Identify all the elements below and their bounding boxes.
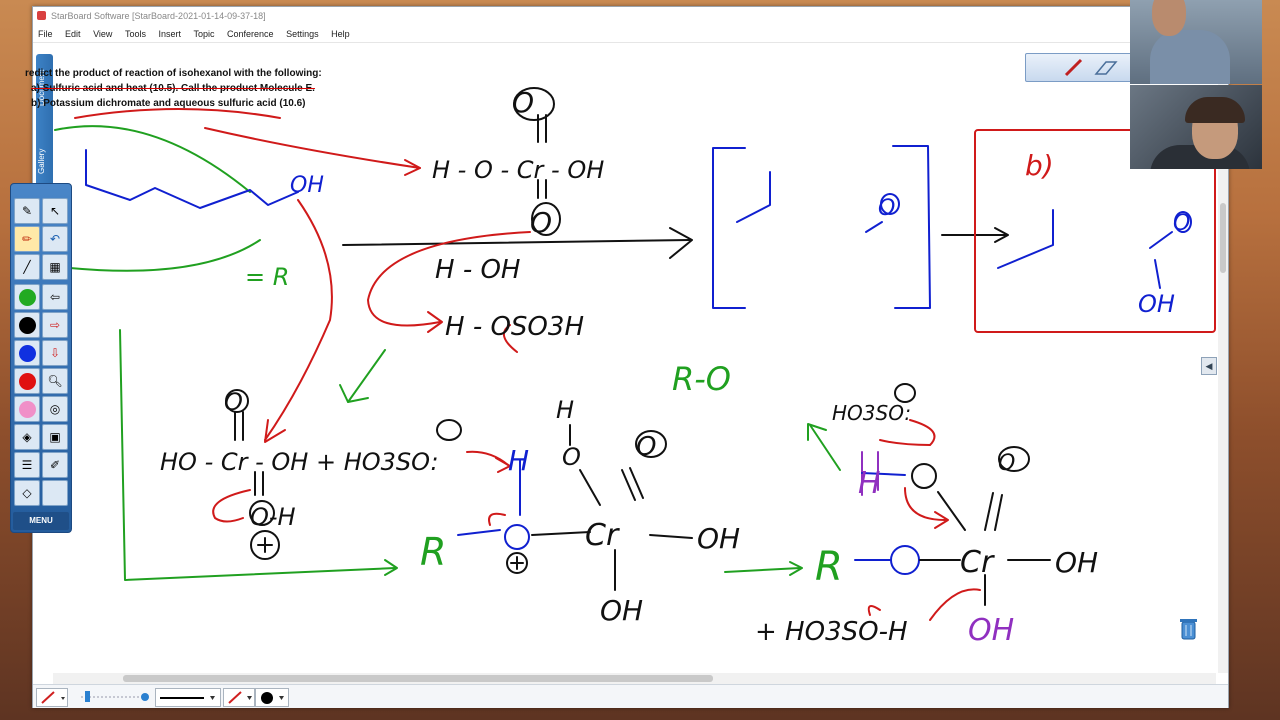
undo-button[interactable]: ↶: [42, 226, 68, 252]
menu-conference[interactable]: Conference: [222, 26, 279, 42]
trash-icon[interactable]: [1180, 617, 1197, 640]
window-title: StarBoard Software [StarBoard-2021-01-14…: [51, 11, 266, 21]
problem-line-3: b) Potassium dichromate and aqueous sulf…: [31, 98, 306, 109]
chevron-left-icon: ◀: [1205, 361, 1213, 371]
problem-statement: redict the product of reaction of isohex…: [25, 66, 322, 111]
problem-line-1: redict the product of reaction of isohex…: [25, 68, 322, 79]
pen-icon: [41, 691, 65, 704]
camera-icon: ▣: [49, 430, 61, 444]
horizontal-scrollbar[interactable]: [53, 673, 1216, 684]
menu-topic[interactable]: Topic: [189, 26, 220, 42]
zoom-button[interactable]: 🔍︎: [42, 368, 68, 394]
layers-icon: ☰: [21, 458, 33, 472]
pen-style-picker[interactable]: [36, 688, 68, 707]
select-button[interactable]: ↖: [42, 198, 68, 224]
menu-help[interactable]: Help: [326, 26, 355, 42]
webcam-feed-top: [1130, 0, 1262, 84]
capture-button[interactable]: ▣: [42, 424, 68, 450]
webcam-feed-bottom: [1130, 85, 1262, 169]
red-swatch: [18, 372, 36, 390]
layers-button[interactable]: ☰: [14, 452, 40, 478]
eraser-icon: ✎: [21, 204, 33, 218]
blank-tool-button[interactable]: [42, 480, 68, 506]
menu-edit[interactable]: Edit: [60, 26, 86, 42]
toolbar-menu-button[interactable]: MENU: [13, 512, 69, 530]
spotlight-icon: ◎: [49, 402, 61, 416]
horizontal-scroll-thumb[interactable]: [123, 675, 713, 682]
bucket-icon: ◈: [22, 430, 32, 444]
color-picker[interactable]: [255, 688, 289, 707]
menu-view[interactable]: View: [88, 26, 117, 42]
spotlight-button[interactable]: ◎: [42, 396, 68, 422]
pen-button[interactable]: ✏: [14, 226, 40, 252]
app-icon: [37, 11, 46, 20]
black-swatch: [18, 316, 36, 334]
download-button[interactable]: ⇩: [42, 340, 68, 366]
shapes-button[interactable]: ◇: [14, 480, 40, 506]
eraser-icon: [1094, 61, 1118, 75]
fill-button[interactable]: ◈: [14, 424, 40, 450]
line-icon: ╱: [23, 260, 31, 274]
grid-icon: ▦: [49, 260, 61, 274]
back-arrow-icon: ⇦: [49, 290, 61, 304]
menu-file[interactable]: File: [33, 26, 58, 42]
pen-type-picker[interactable]: [223, 688, 255, 707]
undo-icon: ↶: [49, 232, 61, 246]
next-page-button[interactable]: ⇨: [42, 312, 68, 338]
marker-icon: ✐: [49, 458, 61, 472]
color-red[interactable]: [14, 368, 40, 394]
forward-arrow-icon: ⇨: [49, 318, 61, 332]
tab-gallery[interactable]: Gallery: [37, 136, 52, 186]
line-tool-button[interactable]: ╱: [14, 254, 40, 280]
app-window: StarBoard Software [StarBoard-2021-01-14…: [32, 6, 1229, 708]
pen-icon: ✏: [21, 232, 33, 246]
line-style-picker[interactable]: [155, 688, 221, 707]
color-green[interactable]: [14, 284, 40, 310]
person-head: [1152, 0, 1186, 36]
color-blue[interactable]: [14, 340, 40, 366]
menu-settings[interactable]: Settings: [281, 26, 324, 42]
pen-shortcut-panel[interactable]: [1025, 53, 1135, 82]
pen-icon: [1064, 58, 1083, 77]
zoom-icon: 🔍︎: [47, 374, 63, 388]
menu-insert[interactable]: Insert: [153, 26, 186, 42]
color-black[interactable]: [14, 312, 40, 338]
grid-button[interactable]: ▦: [42, 254, 68, 280]
shapes-icon: ◇: [22, 486, 32, 500]
previous-page-button[interactable]: ⇦: [42, 284, 68, 310]
green-swatch: [18, 288, 36, 306]
blue-swatch: [18, 344, 36, 362]
problem-line-2: a) Sulfuric acid and heat (10.5). Call t…: [31, 83, 315, 94]
whiteboard-canvas[interactable]: [53, 43, 1216, 673]
title-bar: StarBoard Software [StarBoard-2021-01-14…: [33, 7, 1228, 25]
menu-bar: File Edit View Tools Insert Topic Confer…: [33, 26, 1228, 43]
pen-width-slider[interactable]: [73, 688, 153, 705]
collapse-panel-button[interactable]: ◀: [1201, 357, 1217, 375]
pink-swatch: [18, 400, 36, 418]
person-body: [1150, 30, 1230, 84]
menu-tools[interactable]: Tools: [120, 26, 151, 42]
vertical-scroll-thumb[interactable]: [1220, 203, 1226, 273]
down-arrow-icon: ⇩: [49, 346, 61, 360]
floating-toolbar: ✎ ↖ ✏ ↶ ╱ ▦ ⇦ ⇨ ⇩ 🔍︎ ◎ ◈ ▣ ☰ ✐ ◇ MENU: [10, 183, 72, 533]
select-arrow-icon: ↖: [49, 204, 61, 218]
pen-icon: [228, 691, 252, 704]
eraser-button[interactable]: ✎: [14, 198, 40, 224]
headset: [1185, 97, 1245, 123]
marker-button[interactable]: ✐: [42, 452, 68, 478]
color-pink[interactable]: [14, 396, 40, 422]
bottom-toolbar: [33, 684, 1228, 708]
